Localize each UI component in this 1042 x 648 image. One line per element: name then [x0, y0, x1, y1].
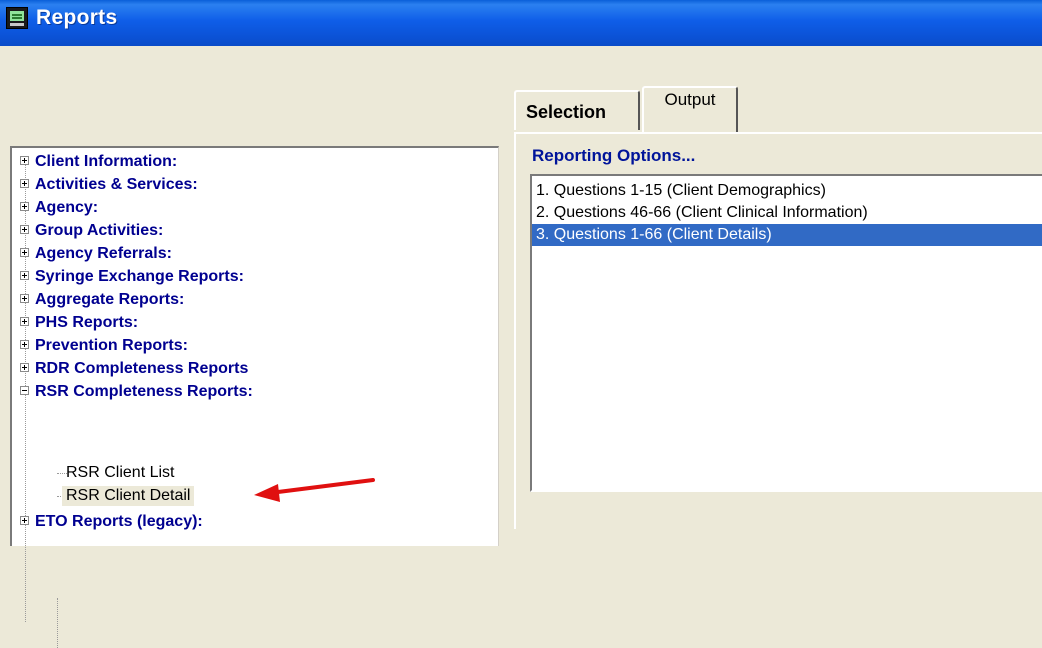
tree-leaf-label: RSR Client Detail [66, 487, 191, 504]
tree-node-label: RSR Completeness Reports: [35, 383, 253, 400]
report-tree[interactable]: Client Information: Activities & Service… [10, 146, 499, 648]
tree-leaf-label: RSR Client List [66, 464, 175, 481]
collapse-minus-icon[interactable] [20, 385, 29, 395]
computer-monitor-icon [6, 7, 28, 29]
tree-leaf-rsr-client-detail[interactable]: RSR Client Detail [62, 486, 195, 506]
tree-node-label: Aggregate Reports: [35, 291, 185, 308]
tree-node-label: Prevention Reports: [35, 337, 188, 354]
reporting-options-label: Reporting Options... [532, 146, 696, 165]
tree-node-label: ETO Reports (legacy): [35, 513, 203, 530]
expand-plus-icon[interactable] [20, 339, 29, 349]
tree-node-agency-referrals[interactable]: Agency Referrals: [20, 244, 172, 264]
tree-node-prevention-reports[interactable]: Prevention Reports: [20, 336, 188, 356]
window-titlebar[interactable]: Reports [0, 0, 1042, 46]
expand-plus-icon[interactable] [20, 270, 29, 280]
expand-plus-icon[interactable] [20, 316, 29, 326]
tree-node-rdr-completeness-reports[interactable]: RDR Completeness Reports [20, 359, 248, 379]
tab-output[interactable]: Output [642, 86, 738, 132]
reporting-options-list[interactable]: 1. Questions 1-15 (Client Demographics) … [530, 174, 1042, 492]
tree-node-label: Activities & Services: [35, 176, 198, 193]
tree-node-rsr-completeness-reports[interactable]: RSR Completeness Reports: [20, 382, 253, 402]
list-item[interactable]: 1. Questions 1-15 (Client Demographics) [532, 180, 1042, 202]
list-item[interactable]: 3. Questions 1-66 (Client Details) [532, 224, 1042, 246]
window-title: Reports [36, 6, 118, 29]
tree-node-aggregate-reports[interactable]: Aggregate Reports: [20, 290, 184, 310]
tree-node-label: Syringe Exchange Reports: [35, 268, 244, 285]
tree-node-activities-services[interactable]: Activities & Services: [20, 175, 198, 195]
tree-connector-line [57, 598, 58, 648]
list-item[interactable]: 2. Questions 46-66 (Client Clinical Info… [532, 202, 1042, 224]
expand-plus-icon[interactable] [20, 178, 29, 188]
tree-node-agency[interactable]: Agency: [20, 198, 98, 218]
expand-plus-icon[interactable] [20, 515, 29, 525]
tree-leaf-rsr-client-list[interactable]: RSR Client List [62, 463, 178, 483]
tree-node-label: Client Information: [35, 153, 178, 170]
tree-node-label: Group Activities: [35, 222, 164, 239]
tree-node-eto-reports-legacy[interactable]: ETO Reports (legacy): [20, 512, 203, 532]
tree-node-phs-reports[interactable]: PHS Reports: [20, 313, 138, 333]
tree-node-label: RDR Completeness Reports [35, 360, 249, 377]
tab-label: Selection [526, 102, 607, 122]
expand-plus-icon[interactable] [20, 362, 29, 372]
expand-plus-icon[interactable] [20, 293, 29, 303]
tree-node-label: PHS Reports: [35, 314, 139, 331]
tree-node-label: Agency: [35, 199, 99, 216]
tab-label: Output [664, 90, 716, 109]
expand-plus-icon[interactable] [20, 155, 29, 165]
expand-plus-icon[interactable] [20, 247, 29, 257]
expand-plus-icon[interactable] [20, 224, 29, 234]
tree-node-syringe-exchange-reports[interactable]: Syringe Exchange Reports: [20, 267, 244, 287]
tree-node-group-activities[interactable]: Group Activities: [20, 221, 163, 241]
tab-selection[interactable]: Selection [514, 90, 640, 130]
tree-node-client-information[interactable]: Client Information: [20, 152, 177, 172]
tree-node-label: Agency Referrals: [35, 245, 172, 262]
expand-plus-icon[interactable] [20, 201, 29, 211]
